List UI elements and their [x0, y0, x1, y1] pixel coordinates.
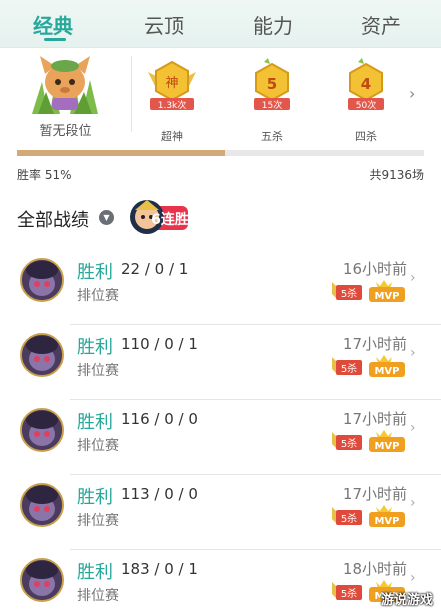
medal-name: 超神	[161, 130, 183, 143]
chevron-right-icon[interactable]: ›	[410, 345, 416, 361]
match-time: 17小时前	[342, 335, 407, 353]
unranked-mascot-icon	[32, 56, 98, 114]
champion-portrait-icon	[22, 410, 62, 450]
watermark: 游说游戏	[380, 593, 433, 608]
match-result: 胜利	[77, 262, 113, 283]
medal-count: 15次	[262, 99, 282, 111]
pentakill-badge-text: 5杀	[341, 362, 357, 375]
match-kda: 183 / 0 / 1	[121, 560, 198, 578]
match-kda: 110 / 0 / 1	[121, 335, 198, 353]
medal-name: 四杀	[355, 130, 377, 143]
chevron-right-icon[interactable]: ›	[410, 270, 416, 286]
match-mode: 排位赛	[77, 588, 119, 604]
champion-portrait-icon	[22, 485, 62, 525]
match-row[interactable]: 胜利 22 / 0 / 1 排位赛 16小时前 5杀 MVP ›	[0, 250, 441, 325]
win-streak-badge: 6连胜	[130, 200, 189, 234]
champion-avatar	[20, 558, 64, 602]
divider	[131, 56, 132, 132]
top-tab-bar: 经典 云顶 能力 资产	[0, 0, 441, 48]
chevron-right-icon[interactable]: ›	[409, 84, 415, 103]
tab-active-indicator	[44, 38, 66, 41]
match-mode: 排位赛	[77, 363, 119, 379]
pentakill-badge-text: 5杀	[341, 512, 357, 525]
mvp-badge: MVP	[369, 505, 405, 527]
match-result: 胜利	[77, 562, 113, 583]
total-games-text: 共9136场	[369, 168, 424, 182]
match-time: 17小时前	[342, 485, 407, 503]
tab-assets[interactable]: 资产	[361, 10, 401, 39]
tab-classic[interactable]: 经典	[33, 10, 73, 39]
tab-ability[interactable]: 能力	[253, 10, 293, 39]
chevron-right-icon[interactable]: ›	[410, 495, 416, 511]
champion-avatar	[20, 408, 64, 452]
match-row[interactable]: 胜利 116 / 0 / 0 排位赛 17小时前 5杀 MVP ›	[0, 400, 441, 475]
pentakill-badge: 5杀	[332, 582, 362, 600]
pentakill-badge: 5杀	[332, 282, 362, 300]
medal-legendary[interactable]: 神 1.3k次 超神	[142, 58, 202, 143]
pentakill-medal-icon: 5 15次	[254, 58, 290, 111]
pentakill-badge: 5杀	[332, 507, 362, 525]
medal-count: 1.3k次	[158, 99, 187, 111]
section-title[interactable]: 全部战绩	[17, 206, 89, 232]
medal-glyph: 5	[267, 75, 277, 93]
medal-pentakill[interactable]: 5 15次 五杀	[242, 58, 302, 143]
champion-avatar	[20, 333, 64, 377]
match-row[interactable]: 胜利 113 / 0 / 0 排位赛 17小时前 5杀 MVP ›	[0, 475, 441, 550]
match-mode: 排位赛	[77, 513, 119, 529]
quadrakill-medal-icon: 4 50次	[348, 58, 384, 111]
match-result: 胜利	[77, 487, 113, 508]
match-mode: 排位赛	[77, 438, 119, 454]
match-kda: 22 / 0 / 1	[121, 260, 189, 278]
mvp-badge: MVP	[369, 430, 405, 452]
mvp-badge-text: MVP	[374, 291, 399, 302]
win-rate-text: 胜率 51%	[17, 168, 72, 182]
mvp-badge: MVP	[369, 280, 405, 302]
medal-quadrakill[interactable]: 4 50次 四杀	[336, 58, 396, 143]
streak-text: 6连胜	[151, 211, 189, 228]
win-rate-bar	[17, 150, 424, 156]
medal-count: 50次	[356, 99, 376, 111]
match-mode: 排位赛	[77, 288, 119, 304]
match-row[interactable]: 胜利 183 / 0 / 1 排位赛 18小时前 5杀 MVP ›	[0, 550, 441, 616]
medal-glyph: 4	[361, 75, 371, 93]
chevron-right-icon[interactable]: ›	[410, 570, 416, 586]
champion-avatar	[20, 483, 64, 527]
mvp-badge-text: MVP	[374, 516, 399, 527]
champion-portrait-icon	[22, 335, 62, 375]
champion-portrait-icon	[22, 560, 62, 600]
medal-name: 五杀	[261, 130, 283, 143]
match-time: 18小时前	[342, 560, 407, 578]
rank-summary-card[interactable]: 暂无段位 神 1.3k次 超神 5 15次 五杀 4 50次 四杀 ›	[0, 48, 441, 143]
mvp-badge: MVP	[369, 355, 405, 377]
chevron-down-icon[interactable]: ▼	[99, 210, 114, 225]
mvp-badge-text: MVP	[374, 366, 399, 377]
tab-tft[interactable]: 云顶	[144, 10, 184, 39]
champion-avatar	[20, 258, 64, 302]
match-result: 胜利	[77, 412, 113, 433]
chevron-right-icon[interactable]: ›	[410, 420, 416, 436]
match-result: 胜利	[77, 337, 113, 358]
mvp-badge-text: MVP	[374, 441, 399, 452]
champion-portrait-icon	[22, 260, 62, 300]
pentakill-badge: 5杀	[332, 432, 362, 450]
pentakill-badge: 5杀	[332, 357, 362, 375]
rank-label: 暂无段位	[39, 124, 92, 139]
match-kda: 116 / 0 / 0	[121, 410, 198, 428]
match-time: 16小时前	[342, 260, 407, 278]
pentakill-badge-text: 5杀	[341, 437, 357, 450]
legendary-medal-icon: 神 1.3k次	[148, 60, 196, 111]
medal-glyph: 神	[165, 76, 178, 91]
pentakill-badge-text: 5杀	[341, 287, 357, 300]
win-rate-fill	[17, 150, 225, 156]
pentakill-badge-text: 5杀	[341, 587, 357, 600]
match-time: 17小时前	[342, 410, 407, 428]
match-row[interactable]: 胜利 110 / 0 / 1 排位赛 17小时前 5杀 MVP ›	[0, 325, 441, 400]
match-kda: 113 / 0 / 0	[121, 485, 198, 503]
